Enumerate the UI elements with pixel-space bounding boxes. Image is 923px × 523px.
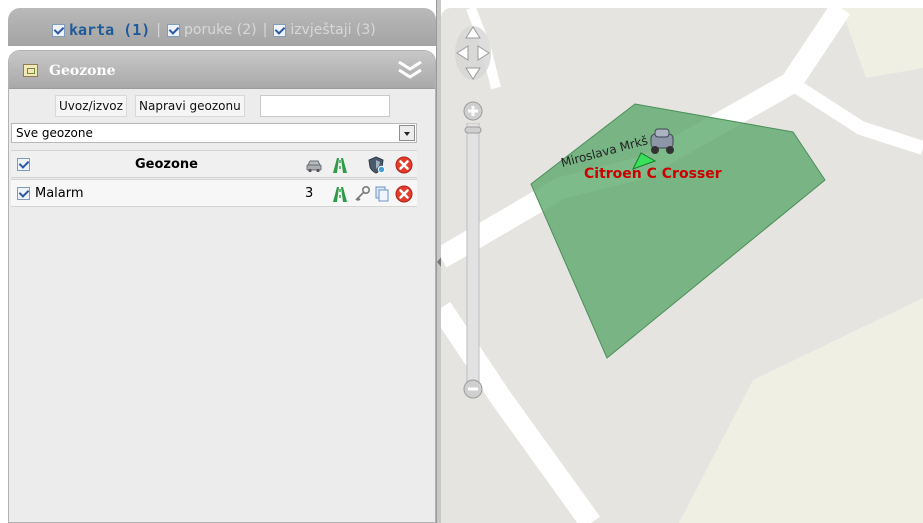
car-icon[interactable] xyxy=(305,156,323,174)
delete-icon[interactable] xyxy=(395,185,413,203)
list-item[interactable]: Malarm 3 xyxy=(11,179,417,207)
select-all-checkbox[interactable] xyxy=(17,158,30,171)
tab-izvjestaji-checkbox[interactable] xyxy=(273,23,287,37)
tab-karta[interactable]: karta (1) xyxy=(52,21,150,39)
tabs: karta (1) | poruke (2) | izvještaji (3) xyxy=(52,21,376,39)
tab-poruke[interactable]: poruke (2) xyxy=(167,22,257,38)
delete-icon[interactable] xyxy=(395,156,413,174)
panel-header: Geozone xyxy=(9,51,435,89)
geozone-panel: Geozone Uvoz/izvoz Napravi geozonu Sve g… xyxy=(8,50,436,523)
tab-karta-label[interactable]: karta (1) xyxy=(69,21,150,39)
import-export-button[interactable]: Uvoz/izvoz xyxy=(55,95,127,117)
app-root: karta (1) | poruke (2) | izvještaji (3) … xyxy=(0,0,923,523)
tab-bar: karta (1) | poruke (2) | izvještaji (3) xyxy=(8,8,436,46)
key-icon[interactable] xyxy=(353,185,371,203)
list-header-label: Geozone xyxy=(135,157,198,172)
panel-title: Geozone xyxy=(49,63,116,79)
geozone-count: 3 xyxy=(305,186,314,201)
zoom-slider-handle[interactable] xyxy=(464,126,482,134)
zoom-slider[interactable] xyxy=(463,123,483,385)
tab-izvjestaji-label[interactable]: izvještaji (3) xyxy=(290,22,375,38)
road-icon[interactable] xyxy=(331,156,349,174)
map-icon xyxy=(23,64,38,77)
geozone-filter-select[interactable]: Sve geozone xyxy=(11,123,417,143)
road-icon[interactable] xyxy=(331,185,349,203)
tab-poruke-checkbox[interactable] xyxy=(167,23,180,37)
panel-toolbar: Uvoz/izvoz Napravi geozonu xyxy=(9,93,435,119)
tab-izvjestaji[interactable]: izvještaji (3) xyxy=(273,22,376,38)
zoom-out-button[interactable] xyxy=(463,379,483,399)
new-geozone-button[interactable]: Napravi geozonu xyxy=(135,95,245,117)
tab-poruke-label[interactable]: poruke (2) xyxy=(184,22,257,38)
tab-separator: | xyxy=(262,22,268,38)
tab-karta-checkbox[interactable] xyxy=(52,23,65,37)
map-canvas xyxy=(441,8,923,523)
geozone-name: Malarm xyxy=(35,186,84,201)
copy-icon[interactable] xyxy=(373,185,391,203)
tab-separator: | xyxy=(156,22,161,38)
shield-icon[interactable] xyxy=(367,156,385,174)
search-input[interactable] xyxy=(260,95,390,117)
chevron-down-icon[interactable] xyxy=(399,125,415,141)
collapse-icon[interactable] xyxy=(397,59,423,81)
row-checkbox[interactable] xyxy=(17,187,30,200)
filter-selected-value: Sve geozone xyxy=(16,126,93,140)
map-view[interactable]: Miroslava Mrkš Citroen C Crosser xyxy=(441,8,923,523)
vehicle-label[interactable]: Citroen C Crosser xyxy=(584,166,722,182)
pan-control[interactable] xyxy=(453,23,493,83)
list-header-row: Geozone xyxy=(11,150,417,178)
zoom-in-button[interactable] xyxy=(463,101,483,121)
